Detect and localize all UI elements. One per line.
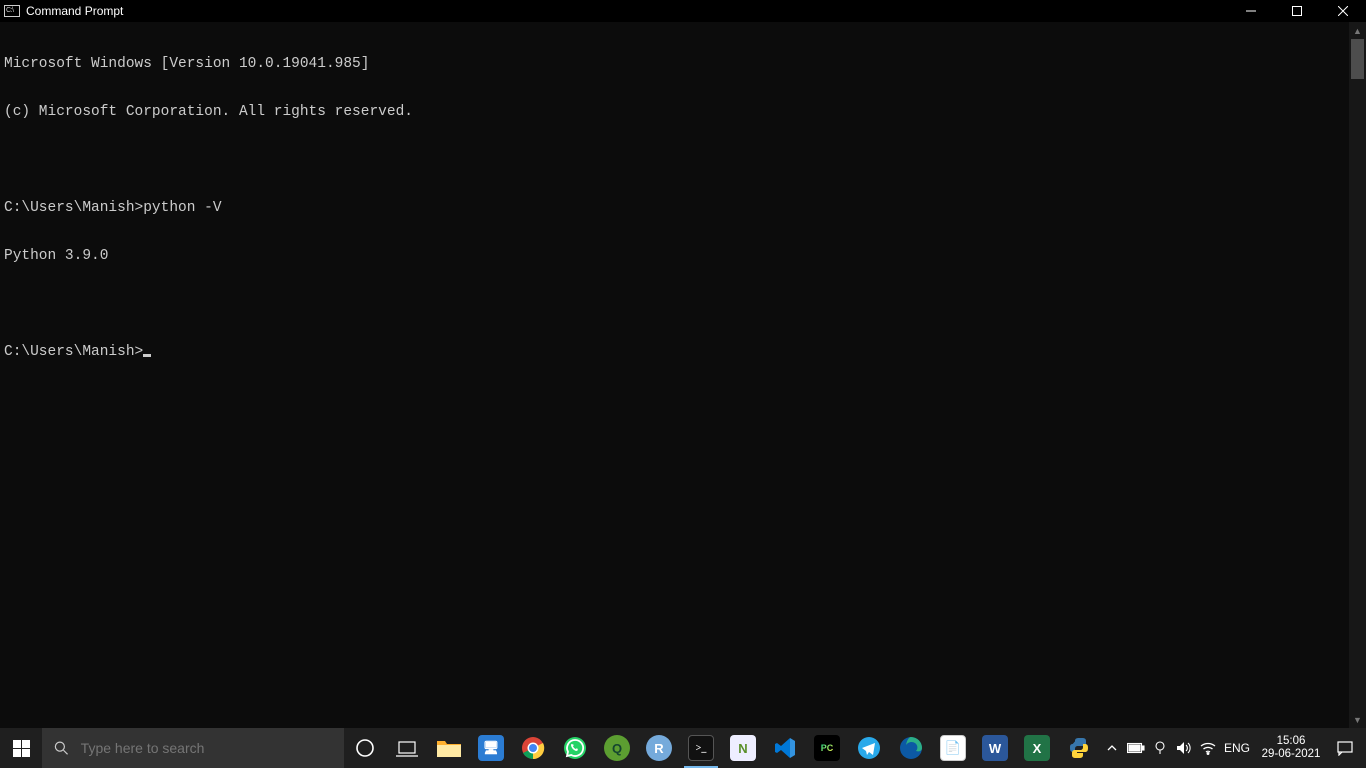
clock-time: 15:06 (1254, 735, 1328, 748)
console-output[interactable]: Microsoft Windows [Version 10.0.19041.98… (0, 22, 1366, 728)
console-line: (c) Microsoft Corporation. All rights re… (4, 104, 1366, 120)
pycharm-button[interactable]: PC (806, 728, 848, 768)
search-input[interactable] (81, 740, 332, 756)
scroll-up-arrow-icon[interactable]: ▲ (1349, 22, 1366, 39)
notepadpp-button[interactable]: N (722, 728, 764, 768)
prompt-text: C:\Users\Manish> (4, 344, 143, 360)
window-title: Command Prompt (26, 4, 123, 18)
clock[interactable]: 15:06 29-06-2021 (1254, 735, 1328, 761)
scroll-track[interactable] (1349, 39, 1366, 711)
excel-button[interactable]: X (1016, 728, 1058, 768)
cmd-icon: C:\ (4, 5, 20, 17)
cmd-taskbar-button[interactable]: >_ (680, 728, 722, 768)
action-center-button[interactable] (1328, 740, 1362, 756)
python-button[interactable] (1058, 728, 1100, 768)
cursor (143, 354, 151, 357)
console-line: Microsoft Windows [Version 10.0.19041.98… (4, 56, 1366, 72)
location-icon[interactable] (1148, 728, 1172, 768)
telegram-button[interactable] (848, 728, 890, 768)
taskbar-search[interactable] (42, 728, 344, 768)
console-prompt-line: C:\Users\Manish> (4, 344, 1366, 360)
edge-button[interactable] (890, 728, 932, 768)
wifi-icon[interactable] (1196, 728, 1220, 768)
tray-overflow-chevron-icon[interactable] (1100, 728, 1124, 768)
word-button[interactable]: W (974, 728, 1016, 768)
search-icon (54, 740, 68, 756)
vertical-scrollbar[interactable]: ▲ ▼ (1349, 22, 1366, 728)
rstudio-button[interactable]: R (638, 728, 680, 768)
console-line (4, 152, 1366, 168)
command-prompt-window: C:\ Command Prompt Microsoft Windows [Ve… (0, 0, 1366, 728)
language-indicator[interactable]: ENG (1220, 728, 1254, 768)
document-button[interactable]: 📄 (932, 728, 974, 768)
vscode-button[interactable] (764, 728, 806, 768)
cortana-button[interactable] (344, 728, 386, 768)
console-line: Python 3.9.0 (4, 248, 1366, 264)
scroll-thumb[interactable] (1351, 39, 1364, 79)
file-explorer-button[interactable] (428, 728, 470, 768)
title-bar[interactable]: C:\ Command Prompt (0, 0, 1366, 22)
console-line (4, 296, 1366, 312)
chrome-button[interactable] (512, 728, 554, 768)
volume-icon[interactable] (1172, 728, 1196, 768)
whatsapp-button[interactable] (554, 728, 596, 768)
app-monitor-button[interactable]: 🖥 (470, 728, 512, 768)
battery-icon[interactable] (1124, 728, 1148, 768)
scroll-down-arrow-icon[interactable]: ▼ (1349, 711, 1366, 728)
clock-date: 29-06-2021 (1254, 748, 1328, 761)
taskbar-app-icons: 🖥 Q R >_ N (344, 728, 1100, 768)
minimize-button[interactable] (1228, 0, 1274, 22)
close-button[interactable] (1320, 0, 1366, 22)
system-tray: ENG 15:06 29-06-2021 (1100, 728, 1366, 768)
task-view-button[interactable] (386, 728, 428, 768)
console-line: C:\Users\Manish>python -V (4, 200, 1366, 216)
qbittorrent-button[interactable]: Q (596, 728, 638, 768)
taskbar: 🖥 Q R >_ N (0, 728, 1366, 768)
start-button[interactable] (0, 728, 42, 768)
maximize-button[interactable] (1274, 0, 1320, 22)
